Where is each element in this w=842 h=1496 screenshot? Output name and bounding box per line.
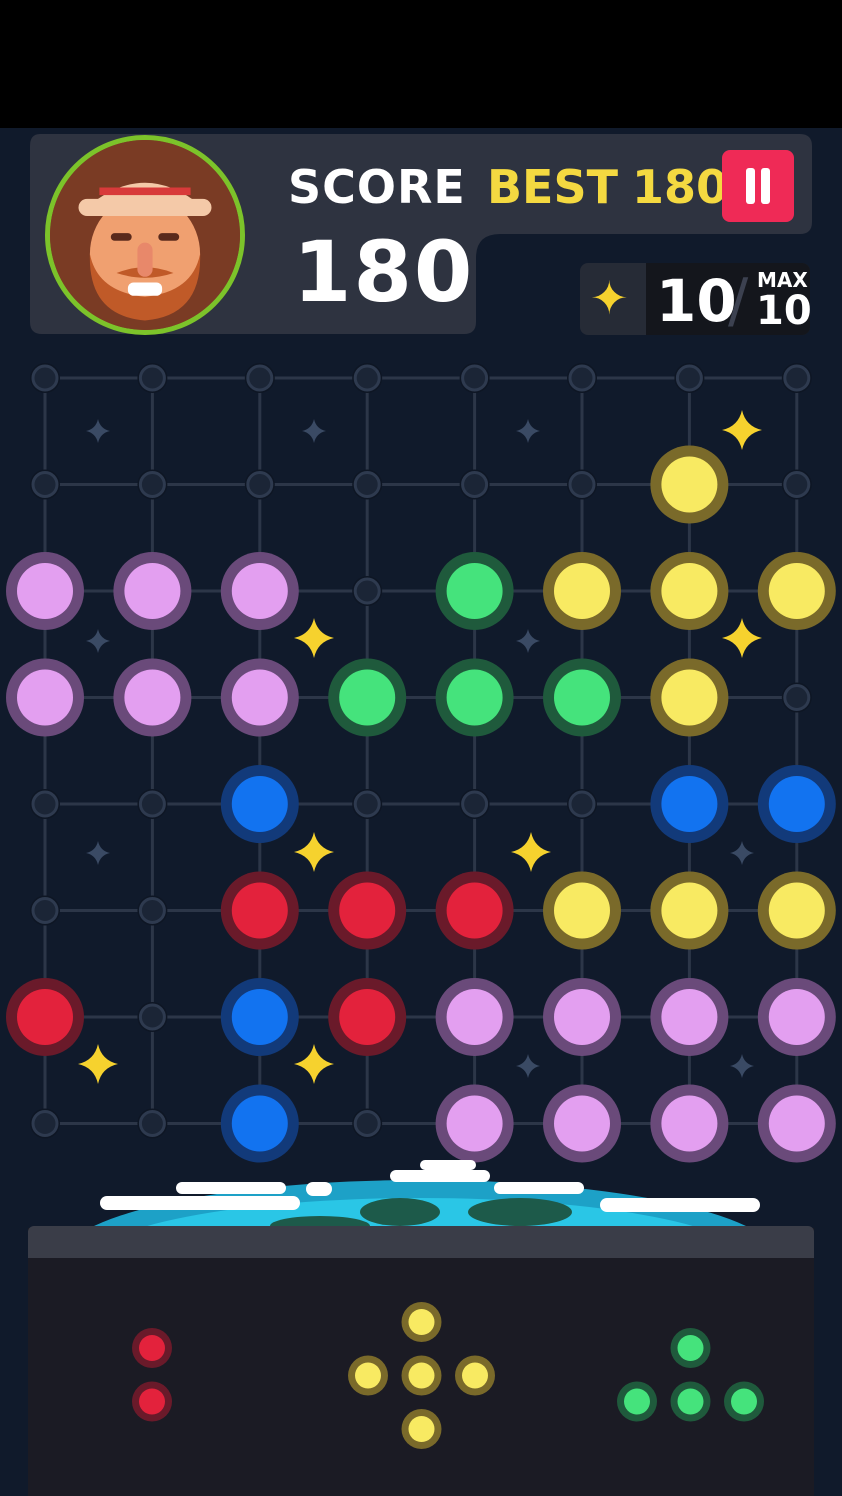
green-t[interactable] (617, 1328, 764, 1422)
yellow-plus[interactable] (348, 1302, 495, 1449)
red-vertical-pair[interactable] (132, 1328, 172, 1422)
piece-pieces[interactable] (0, 0, 842, 1496)
